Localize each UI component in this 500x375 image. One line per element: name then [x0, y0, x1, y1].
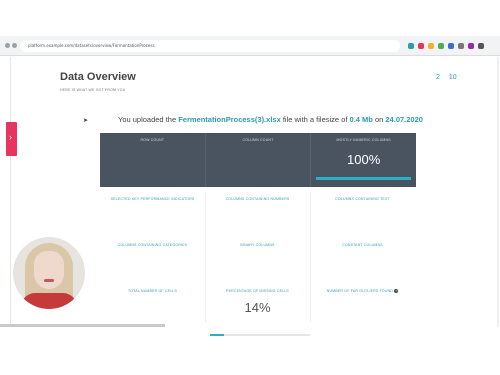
page-subtitle: HERE IS WHAT WE GOT FROM YOU — [60, 88, 126, 92]
extension-icon[interactable] — [468, 43, 474, 49]
upload-text: file with a filesize of — [280, 115, 350, 124]
upload-filename: FermentationProcess(3).xlsx — [178, 115, 281, 124]
missing-cells-value: 14% — [244, 300, 271, 315]
menu-icon[interactable] — [478, 43, 484, 49]
binary-card: BINARY COLUMNS — [205, 243, 310, 285]
numeric-columns-value: 100% — [347, 152, 381, 167]
missing-cells-bar-fill — [210, 334, 224, 336]
back-icon[interactable] — [5, 43, 10, 48]
upload-text: You uploaded the — [118, 115, 179, 124]
reload-icon[interactable] — [12, 43, 17, 48]
kpi-label: SELECTED KEY PERFORMANCE INDICATORS — [110, 197, 195, 201]
browser-toolbar: platform.example.com/datasets/overview/F… — [0, 36, 500, 56]
extension-icon[interactable] — [418, 43, 424, 49]
outliers-card: NUMBER OF FAR OUTLIERS FOUND ? — [310, 289, 415, 331]
pager-item[interactable]: 10 — [449, 74, 457, 81]
total-cells-label: TOTAL NUMBER OF CELLS — [127, 289, 178, 293]
missing-cells-bar — [210, 334, 310, 336]
outliers-label: NUMBER OF FAR OUTLIERS FOUND ? — [310, 289, 415, 294]
constant-card: CONSTANT COLUMNS — [310, 243, 415, 285]
numbers-label: COLUMNS CONTAINING NUMBERS — [225, 197, 290, 201]
horizontal-scrollbar[interactable] — [0, 324, 165, 327]
address-bar[interactable]: platform.example.com/datasets/overview/F… — [20, 40, 400, 52]
constant-label: CONSTANT COLUMNS — [342, 243, 383, 247]
column-count-card: COLUMN COUNT — [206, 133, 312, 187]
help-icon[interactable]: ? — [394, 289, 399, 294]
pager-item[interactable]: 2 — [436, 74, 440, 81]
row-count-label: ROW COUNT — [140, 138, 165, 142]
binary-label: BINARY COLUMNS — [240, 243, 275, 247]
extension-icon[interactable] — [458, 43, 464, 49]
sidebar-divider — [10, 57, 11, 327]
summary-panel: ROW COUNT COLUMN COUNT MOSTLY NUMERIC CO… — [100, 133, 416, 187]
numeric-columns-card: MOSTLY NUMERIC COLUMNS 100% — [311, 133, 416, 187]
extension-icon[interactable] — [448, 43, 454, 49]
mouse-cursor-icon: ➤ — [83, 118, 89, 124]
webcam-overlay — [13, 237, 85, 309]
missing-cells-label: PERCENTAGE OF MISSING CELLS — [226, 289, 289, 293]
outliers-label-text: NUMBER OF FAR OUTLIERS FOUND — [326, 289, 394, 293]
upload-filesize: 0.4 Mb — [349, 115, 373, 124]
upload-date: 24.07.2020 — [385, 115, 423, 124]
upload-text: on — [372, 115, 386, 124]
categories-card: COLUMNS CONTAINING CATEGORIES — [100, 243, 205, 285]
extension-icon[interactable] — [408, 43, 414, 49]
text-label: COLUMNS CONTAINING TEXT — [335, 197, 390, 201]
extension-icons — [408, 41, 484, 51]
sidebar-toggle-button[interactable] — [6, 122, 17, 156]
page-title: Data Overview — [60, 71, 136, 83]
vertical-scrollbar[interactable] — [497, 57, 499, 327]
numeric-columns-label: MOSTLY NUMERIC COLUMNS — [336, 138, 391, 142]
text-card: COLUMNS CONTAINING TEXT — [310, 197, 415, 239]
numeric-columns-bar — [316, 177, 412, 180]
presenter-lips — [44, 279, 54, 282]
column-count-label: COLUMN COUNT — [242, 138, 274, 142]
upload-summary: You uploaded the FermentationProcess(3).… — [118, 115, 423, 124]
pager: 2 10 — [436, 74, 457, 81]
numbers-card: COLUMNS CONTAINING NUMBERS — [205, 197, 310, 239]
presenter-shirt — [21, 293, 77, 309]
extension-icon[interactable] — [438, 43, 444, 49]
presenter-face — [34, 251, 64, 289]
categories-label: COLUMNS CONTAINING CATEGORIES — [117, 243, 188, 247]
extension-icon[interactable] — [428, 43, 434, 49]
kpi-card: SELECTED KEY PERFORMANCE INDICATORS — [100, 197, 205, 239]
row-count-card: ROW COUNT — [100, 133, 206, 187]
missing-cells-card: PERCENTAGE OF MISSING CELLS 14% — [205, 289, 310, 336]
